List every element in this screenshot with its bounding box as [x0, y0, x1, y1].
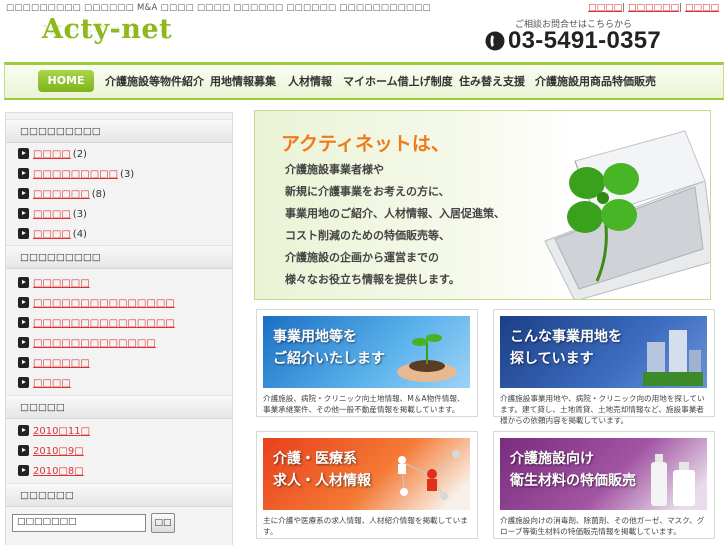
- card-banner-line: 事業用地等を: [273, 329, 357, 345]
- card-banner[interactable]: 介護・医療系 求人・人材情報: [263, 438, 470, 510]
- card-banner-line: ご紹介いたします: [273, 351, 385, 367]
- nav-item-myhome[interactable]: マイホーム借上げ制度: [343, 73, 453, 89]
- category-item[interactable]: □□□□ (4): [18, 228, 87, 240]
- recent-item[interactable]: □□□□□□: [18, 357, 90, 369]
- recent-item[interactable]: □□□□□□□□□□□□□: [18, 337, 156, 349]
- hero-line: 様々なお役立ち情報を提供します。: [285, 273, 460, 286]
- arrow-bullet-icon: [18, 317, 29, 328]
- hero-line: 介護施設事業者様や: [285, 163, 384, 176]
- bottles-icon: [651, 454, 695, 506]
- nav-item-relocation[interactable]: 住み替え支援: [459, 73, 525, 89]
- card-description: 主に介護や医療系の求人情報、人材紹介情報を掲載しています。: [263, 516, 468, 536]
- card-banner[interactable]: こんな事業用地を 探しています: [500, 316, 707, 388]
- nav-item-supplies[interactable]: 介護施設用商品特価販売: [535, 73, 656, 89]
- buildings-icon: [643, 330, 703, 386]
- card-banner[interactable]: 介護施設向け衛生材料の特価販売: [500, 438, 707, 510]
- hero-line: 事業用地のご紹介、人材情報、入居促進策、: [285, 207, 505, 220]
- arrow-bullet-icon: [18, 357, 29, 368]
- hero-banner: アクティネットは、 介護施設事業者様や 新規に介護事業をお考えの方に、 事業用地…: [254, 110, 711, 300]
- recent-item[interactable]: □□□□□□: [18, 277, 90, 289]
- recent-item[interactable]: □□□□□□□□□□□□□□□: [18, 297, 175, 309]
- sidebar: □□□□□□□□□ □□□□ (2) □□□□□□□□□ (3) □□□□□□ (8)…: [5, 112, 233, 545]
- arrow-bullet-icon: [18, 148, 29, 159]
- category-item[interactable]: □□□□□□ (8): [18, 188, 106, 200]
- card-description: 介護施設事業用地や、病院・クリニック向の用地を探しています。建て貸し、土地賃貸、…: [500, 394, 705, 425]
- phone-icon: [485, 31, 505, 51]
- hands-sprout-icon: [397, 334, 457, 382]
- top-link-1[interactable]: □□□□: [588, 3, 622, 13]
- card-staffing[interactable]: 介護・医療系 求人・人材情報 主に介護や医療系の求人情報、人材紹介情報を掲載してい…: [256, 431, 478, 539]
- hero-title: アクティネットは、: [281, 133, 450, 155]
- arrow-bullet-icon: [18, 465, 29, 476]
- search-heading: □□□□□□: [6, 483, 232, 507]
- card-banner-line: 衛生材料の特価販売: [510, 473, 636, 489]
- hero-line: 介護施設の企画から運営までの: [285, 251, 439, 264]
- arrow-bullet-icon: [18, 277, 29, 288]
- main-nav: HOME 介護施設等物件紹介 用地情報募集 人材情報 マイホーム借上げ制度 住み…: [4, 62, 724, 100]
- archive-item[interactable]: 2010□8□: [18, 465, 84, 477]
- archive-item[interactable]: 2010□11□: [18, 425, 90, 437]
- clover-laptop-image: [544, 130, 710, 299]
- top-link-2[interactable]: □□□□□□: [628, 3, 679, 13]
- nav-home[interactable]: HOME: [38, 70, 94, 92]
- category-item[interactable]: □□□□□□□□□ (3): [18, 168, 134, 180]
- people-network-icon: [398, 450, 460, 500]
- arrow-bullet-icon: [18, 377, 29, 388]
- arrow-bullet-icon: [18, 168, 29, 179]
- phone-number[interactable]: 03-5491-0357: [508, 27, 661, 55]
- arrow-bullet-icon: [18, 208, 29, 219]
- card-land-wanted[interactable]: こんな事業用地を 探しています 介護施設事業用地や、病院・クリニック向の用地を探し…: [493, 309, 715, 425]
- archive-heading: □□□□□: [6, 395, 232, 419]
- arrow-bullet-icon: [18, 188, 29, 199]
- search-input[interactable]: □□□□□□□: [12, 514, 146, 532]
- card-banner-line: 介護施設向け: [510, 451, 594, 467]
- top-link-3[interactable]: □□□□: [685, 3, 719, 13]
- nav-item-facilities[interactable]: 介護施設等物件紹介: [105, 73, 204, 89]
- top-links: □□□□| □□□□□□| □□□□: [588, 3, 719, 13]
- arrow-bullet-icon: [18, 445, 29, 456]
- hero-line: コスト削減のための特価販売等、: [285, 229, 450, 242]
- category-item[interactable]: □□□□ (3): [18, 208, 87, 220]
- card-banner[interactable]: 事業用地等をご紹介いたします: [263, 316, 470, 388]
- recent-item[interactable]: □□□□□□□□□□□□□□□: [18, 317, 175, 329]
- category-item[interactable]: □□□□ (2): [18, 148, 87, 160]
- nav-item-land-wanted[interactable]: 用地情報募集: [210, 73, 276, 89]
- nav-item-staffing[interactable]: 人材情報: [288, 73, 332, 89]
- card-banner-line: 探しています: [510, 351, 594, 367]
- archive-item[interactable]: 2010□9□: [18, 445, 84, 457]
- card-description: 介護施設向けの消毒剤、除菌剤、その他ガーゼ、マスク、グローブ等衛生材料の特価販売…: [500, 516, 705, 536]
- card-description: 介護施設、病院・クリニック向土地情報、M＆A物件情報、事業承継案件、その他一般不…: [263, 394, 465, 414]
- card-banner-line: こんな事業用地を: [510, 329, 622, 345]
- arrow-bullet-icon: [18, 337, 29, 348]
- arrow-bullet-icon: [18, 425, 29, 436]
- arrow-bullet-icon: [18, 228, 29, 239]
- logo-reflection: Acty-net: [42, 22, 173, 36]
- arrow-bullet-icon: [18, 297, 29, 308]
- card-supplies[interactable]: 介護施設向け衛生材料の特価販売 介護施設向けの消毒剤、除菌剤、その他ガーゼ、マス…: [493, 431, 715, 539]
- recent-item[interactable]: □□□□: [18, 377, 71, 389]
- site-tagline: □□□□□□□□□ □□□□□□ M&A □□□□ □□□□ □□□□□□ □□…: [6, 3, 431, 13]
- card-banner-line: 介護・医療系: [273, 451, 357, 467]
- card-land-introduction[interactable]: 事業用地等をご紹介いたします 介護施設、病院・クリニック向土地情報、M＆A物件情…: [256, 309, 478, 417]
- hero-line: 新規に介護事業をお考えの方に、: [285, 185, 450, 198]
- categories-heading: □□□□□□□□□: [6, 119, 232, 143]
- search-button[interactable]: □□: [151, 513, 175, 533]
- card-banner-line: 求人・人材情報: [273, 473, 371, 489]
- recent-heading: □□□□□□□□□: [6, 245, 232, 269]
